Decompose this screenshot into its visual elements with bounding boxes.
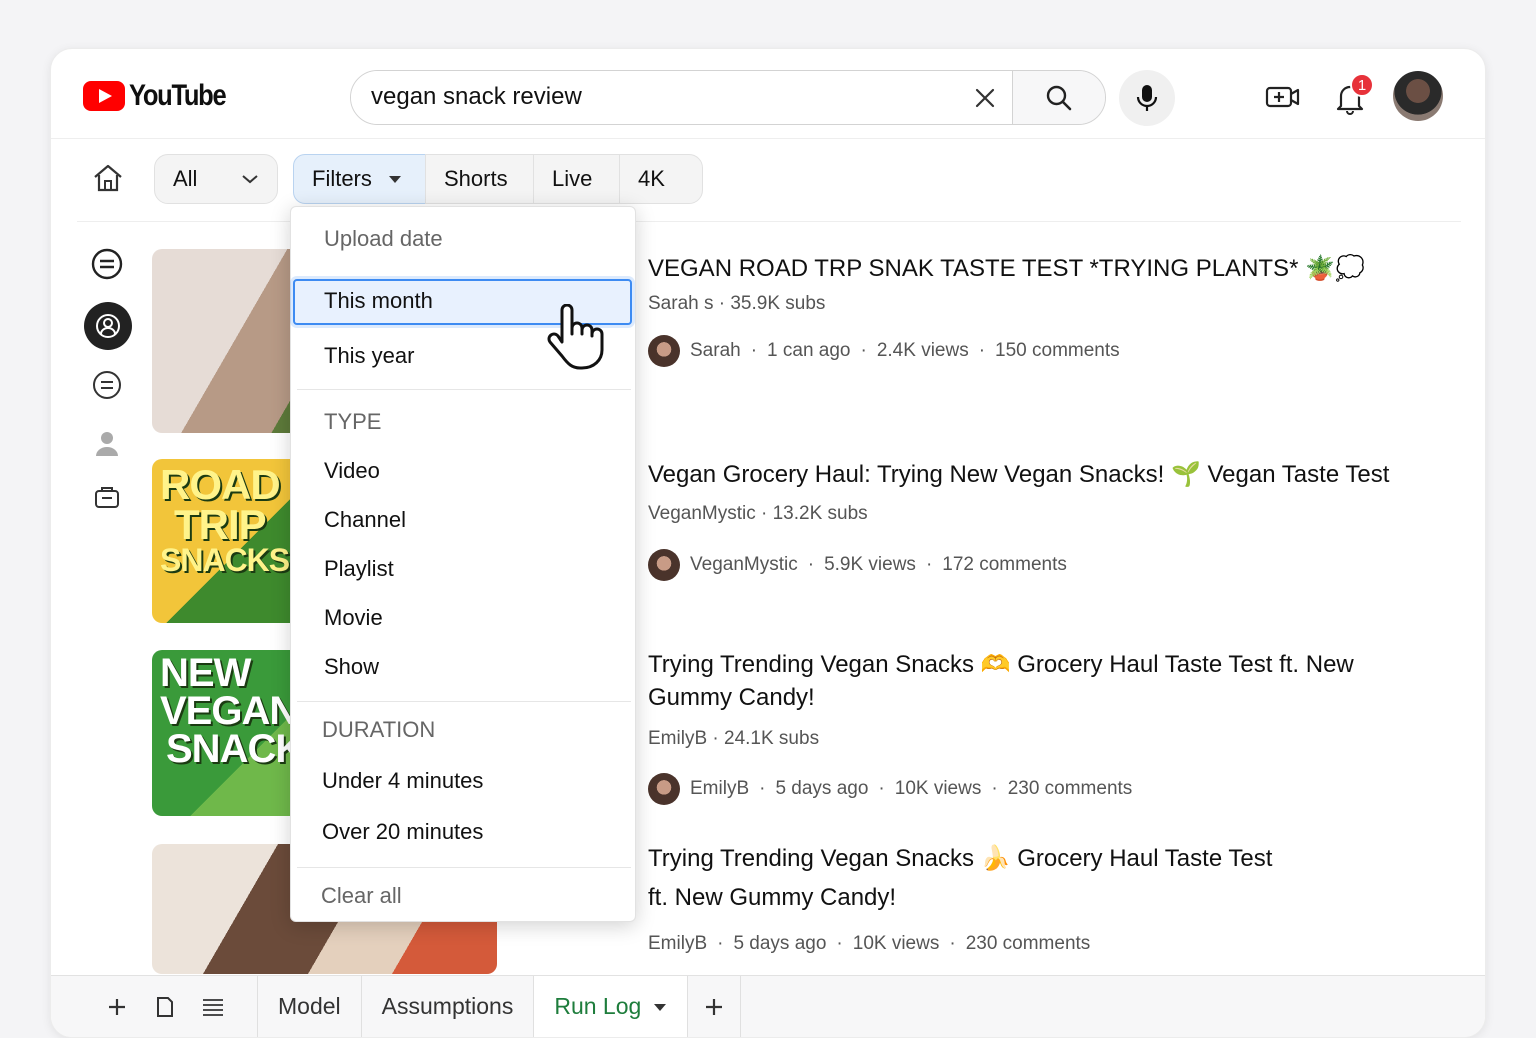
result-3-title-line1[interactable]: Trying Trending Vegan Snacks 🫶 Grocery H… — [648, 650, 1354, 679]
chip-filters[interactable]: Filters — [293, 154, 426, 204]
result-1-title[interactable]: VEGAN ROAD TRP SNAK TASTE TEST *TRYING P… — [648, 254, 1365, 283]
author-avatar[interactable] — [648, 335, 680, 367]
search-button[interactable] — [1013, 71, 1105, 124]
tab-run-log[interactable]: Run Log — [533, 976, 688, 1037]
caret-down-icon — [388, 176, 401, 183]
top-header: YouTube vegan snack review 1 — [51, 49, 1485, 139]
option-over-20-minutes[interactable]: Over 20 minutes — [322, 819, 483, 845]
page-button[interactable] — [141, 976, 189, 1037]
option-this-month[interactable]: This month — [324, 288, 433, 314]
plus-icon — [109, 998, 125, 1015]
result-4-title-line1[interactable]: Trying Trending Vegan Snacks 🍌 Grocery H… — [648, 844, 1272, 873]
chip-all[interactable]: All — [154, 154, 278, 204]
chevron-down-icon — [242, 175, 258, 184]
clear-all-button[interactable]: Clear all — [321, 883, 402, 909]
dropdown-divider — [297, 867, 631, 868]
rail-person-button[interactable] — [89, 425, 125, 461]
notification-badge: 1 — [1350, 73, 1374, 97]
chip-4k[interactable]: 4K — [619, 154, 703, 204]
hand-cursor-icon — [547, 304, 604, 370]
author-avatar[interactable] — [648, 773, 680, 805]
sheet-list-button[interactable] — [189, 976, 237, 1037]
result-2-channel[interactable]: VeganMystic · 13.2K subs — [648, 503, 868, 525]
user-badge-icon — [96, 314, 120, 338]
list-circle-icon — [93, 371, 121, 399]
option-playlist[interactable]: Playlist — [324, 556, 394, 582]
youtube-play-icon — [83, 81, 125, 111]
microphone-icon — [1136, 85, 1158, 111]
chip-all-label: All — [173, 166, 198, 191]
result-4-title-line2[interactable]: ft. New Gummy Candy! — [648, 884, 896, 912]
clear-search-button[interactable] — [957, 71, 1013, 124]
tab-model[interactable]: Model — [257, 976, 361, 1037]
result-3-title-line2[interactable]: Gummy Candy! — [648, 684, 815, 712]
search-icon — [1046, 85, 1072, 110]
option-under-4-minutes[interactable]: Under 4 minutes — [322, 768, 483, 794]
dropdown-divider — [297, 701, 631, 702]
result-1-channel[interactable]: Sarah s · 35.9K subs — [648, 293, 825, 315]
type-heading: TYPE — [324, 409, 382, 434]
option-video[interactable]: Video — [324, 458, 380, 484]
result-3-stats: EmilyB · 5 days ago · 10K views · 230 comme… — [648, 773, 1132, 805]
close-icon — [975, 88, 994, 107]
home-button[interactable] — [91, 161, 125, 195]
voice-search-button[interactable] — [1119, 70, 1175, 126]
option-movie[interactable]: Movie — [324, 605, 383, 631]
document-icon — [157, 996, 173, 1017]
briefcase-icon — [95, 487, 119, 508]
search-input[interactable]: vegan snack review — [351, 71, 957, 124]
upload-date-heading: Upload date — [324, 226, 443, 251]
person-icon — [96, 432, 118, 456]
result-1-stats: Sarah · 1 can ago · 2.4K views · 150 commen… — [648, 335, 1120, 367]
home-icon — [94, 164, 122, 192]
logo-text: YouTube — [129, 79, 227, 112]
result-2-stats: VeganMystic · 5.9K views · 172 comments — [648, 549, 1067, 581]
youtube-logo[interactable]: YouTube — [83, 79, 242, 113]
menu-icon — [203, 998, 223, 1016]
rail-menu-button-1[interactable] — [89, 246, 125, 282]
duration-heading: DURATION — [322, 717, 436, 742]
plus-icon — [706, 998, 723, 1015]
list-circle-icon — [91, 248, 123, 280]
thumbnail-2-text: ROAD TRIP SNACKS — [160, 461, 290, 578]
result-2-title[interactable]: Vegan Grocery Haul: Trying New Vegan Sna… — [648, 460, 1389, 489]
caret-down-icon — [654, 1003, 667, 1011]
tab-assumptions[interactable]: Assumptions — [360, 976, 534, 1037]
add-tab-button[interactable] — [687, 976, 742, 1037]
chip-filters-label: Filters — [312, 166, 372, 191]
account-avatar[interactable] — [1393, 71, 1443, 121]
option-show[interactable]: Show — [324, 654, 379, 680]
rail-menu-button-2[interactable] — [89, 367, 125, 403]
rail-library-button[interactable] — [89, 479, 125, 515]
result-3-channel[interactable]: EmilyB · 24.1K subs — [648, 728, 819, 750]
tab-run-log-label: Run Log — [554, 993, 642, 1019]
chip-shorts[interactable]: Shorts — [425, 154, 534, 204]
chip-live[interactable]: Live — [533, 154, 620, 204]
author-avatar[interactable] — [648, 549, 680, 581]
dropdown-divider — [297, 389, 631, 390]
search-bar: vegan snack review — [350, 70, 1106, 125]
header-divider — [77, 221, 1461, 222]
bottom-tab-bar: Model Assumptions Run Log — [51, 975, 1485, 1037]
create-button[interactable] — [1263, 79, 1303, 115]
rail-profile-button[interactable] — [84, 302, 132, 350]
thumbnail-3-text: NEW VEGAN SNACK — [160, 651, 304, 771]
option-this-year[interactable]: This year — [324, 343, 414, 369]
app-window: YouTube vegan snack review 1 All Filters… — [50, 48, 1486, 1038]
add-sheet-button[interactable] — [93, 976, 141, 1037]
video-add-icon — [1265, 86, 1300, 108]
option-channel[interactable]: Channel — [324, 507, 406, 533]
result-4-stats: EmilyB · 5 days ago · 10K views · 230 comme… — [648, 933, 1091, 954]
